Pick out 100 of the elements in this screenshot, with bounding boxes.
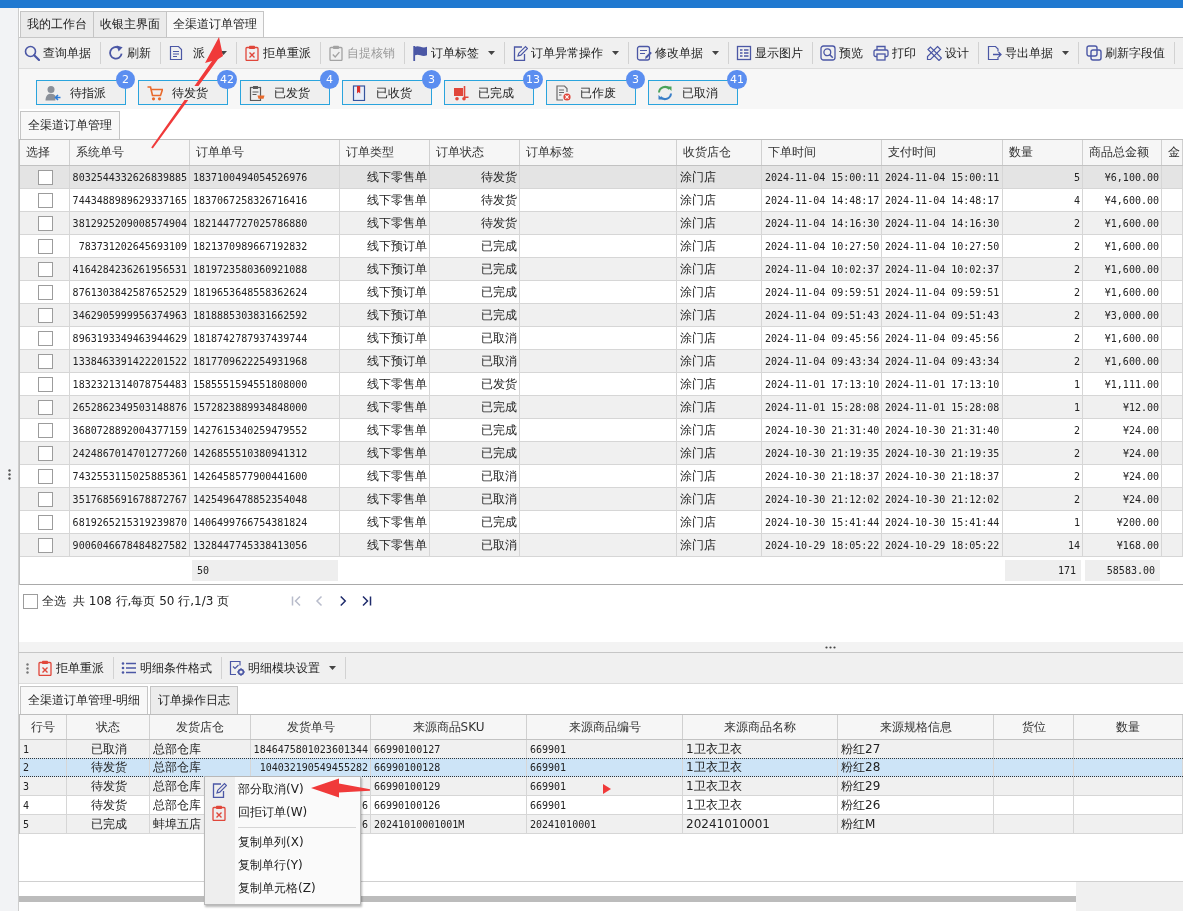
table-row[interactable]: 8761303842587652529 1819653648558362624 线下预订单 已完成 涂门店 2024-11-04 09:59:51 2024-11-04 09:59:51 2 ¥1,600.00 xyxy=(20,281,1183,304)
table-cell: ¥1,111.00 xyxy=(1104,378,1159,390)
row-checkbox[interactable] xyxy=(37,169,53,185)
toolbar-button[interactable]: 拒单重派 xyxy=(240,40,317,66)
row-checkbox[interactable] xyxy=(37,307,53,323)
toolbar-button[interactable]: 明细模块设置 xyxy=(225,655,342,681)
column-header[interactable]: 订单类型 xyxy=(340,140,430,165)
row-checkbox[interactable] xyxy=(37,284,53,300)
column-header[interactable]: 状态 xyxy=(67,715,150,739)
row-checkbox[interactable] xyxy=(37,422,53,438)
row-checkbox[interactable] xyxy=(37,445,53,461)
column-header[interactable]: 选择 xyxy=(20,140,70,165)
table-row[interactable]: 2652862349503148876 1572823889934848000 线下零售单 已完成 涂门店 2024-11-01 15:28:08 2024-11-01 15:28:08 1 ¥12.00 xyxy=(20,396,1183,419)
toolbar-button[interactable]: 刷新 xyxy=(104,40,157,66)
toolbar-button[interactable]: 设计 xyxy=(922,40,975,66)
table-row[interactable]: 3462905999956374963 1818885303831662592 线下预订单 已完成 涂门店 2024-11-04 09:51:43 2024-11-04 09:51:43 2 ¥3,000.00 xyxy=(20,304,1183,327)
toolbar-button[interactable]: 派 xyxy=(164,40,233,66)
toolbar-button[interactable]: 预览 xyxy=(816,40,869,66)
row-checkbox[interactable] xyxy=(37,376,53,392)
table-cell: 涂门店 xyxy=(680,214,716,232)
toolbar-button[interactable]: 明细条件格式 xyxy=(117,655,218,681)
column-header[interactable]: 发货店仓 xyxy=(150,715,251,739)
list-tab[interactable]: 全渠道订单管理 xyxy=(20,111,120,139)
table-row[interactable]: 8963193349463944629 1818742787937439744 线下预订单 已取消 涂门店 2024-11-04 09:45:56 2024-11-04 09:45:56 2 ¥1,600.00 xyxy=(20,327,1183,350)
column-header[interactable]: 数量 xyxy=(1074,715,1183,739)
table-row[interactable]: 1832321314078754483 1585551594551808000 线下零售单 已发货 涂门店 2024-11-01 17:13:10 2024-11-01 17:13:10 1 ¥1,111.00 xyxy=(20,373,1183,396)
pencil-document-icon xyxy=(211,781,227,798)
column-header[interactable]: 支付时间 xyxy=(882,140,1003,165)
table-cell: 1819653648558362624 xyxy=(193,286,308,298)
toolbar-button[interactable]: 修改单据 xyxy=(632,40,725,66)
toolbar-button[interactable]: 订单异常操作 xyxy=(508,40,625,66)
toolbar-button[interactable]: 查询单据 xyxy=(20,40,97,66)
column-header[interactable]: 商品总金额 xyxy=(1083,140,1162,165)
table-row[interactable]: 6819265215319239870 1406499766754381824 线下零售单 已完成 涂门店 2024-10-30 15:41:44 2024-10-30 15:41:44 1 ¥200.00 xyxy=(20,511,1183,534)
table-cell: 线下预订单 xyxy=(367,352,427,370)
table-row[interactable]: 7443488989629337165 1837067258326716416 线下零售单 待发货 涂门店 2024-11-04 14:48:17 2024-11-04 14:48:17 4 ¥4,600.00 xyxy=(20,189,1183,212)
table-cell: 669901 xyxy=(530,743,567,755)
row-checkbox[interactable] xyxy=(37,399,53,415)
column-header[interactable]: 发货单号 xyxy=(251,715,371,739)
table-cell: 2 xyxy=(1073,493,1080,505)
row-checkbox[interactable] xyxy=(37,215,53,231)
row-checkbox[interactable] xyxy=(37,353,53,369)
row-checkbox[interactable] xyxy=(37,514,53,530)
row-checkbox[interactable] xyxy=(37,238,53,254)
table-row[interactable]: 9006046678484827582 1328447745338413056 线下零售单 已取消 涂门店 2024-10-29 18:05:22 2024-10-29 18:05:22 14 ¥168.00 xyxy=(20,534,1183,557)
table-row[interactable]: 783731202645693109 1821370989667192832 线下预订单 已完成 涂门店 2024-11-04 10:27:50 2024-11-04 10:27:50 2 ¥1,600.00 xyxy=(20,235,1183,258)
row-checkbox[interactable] xyxy=(37,491,53,507)
column-header[interactable]: 下单时间 xyxy=(762,140,882,165)
column-header[interactable]: 订单单号 xyxy=(190,140,340,165)
column-header[interactable]: 货位 xyxy=(994,715,1074,739)
column-header[interactable]: 订单状态 xyxy=(430,140,520,165)
status-filter-button[interactable]: 已发货 xyxy=(240,80,330,105)
row-checkbox[interactable] xyxy=(37,537,53,553)
column-header[interactable]: 行号 xyxy=(20,715,67,739)
column-header[interactable]: 订单标签 xyxy=(520,140,677,165)
table-cell: 2024-10-30 15:41:44 xyxy=(765,516,880,528)
table-cell: 7432553115025885361 xyxy=(72,470,187,482)
column-header[interactable]: 金 xyxy=(1162,140,1183,165)
table-row[interactable]: 3812925209008574904 1821447727025786880 线下零售单 待发货 涂门店 2024-11-04 14:16:30 2024-11-04 14:16:30 2 ¥1,600.00 xyxy=(20,212,1183,235)
toolbar-button[interactable]: 拒单重派 xyxy=(33,655,110,681)
table-row[interactable]: 8032544332626839885 1837100494054526976 线下零售单 待发货 涂门店 2024-11-04 15:00:11 2024-11-04 15:00:11 5 ¥6,100.00 xyxy=(20,166,1183,189)
table-row[interactable]: 4164284236261956531 1819723580360921088 线下预订单 已完成 涂门店 2024-11-04 10:02:37 2024-11-04 10:02:37 2 ¥1,600.00 xyxy=(20,258,1183,281)
table-row[interactable]: 3517685691678872767 1425496478852354048 线下零售单 已取消 涂门店 2024-10-30 21:12:02 2024-10-30 21:12:02 2 ¥24.00 xyxy=(20,488,1183,511)
page-tab[interactable]: 全渠道订单管理 xyxy=(166,11,264,37)
row-checkbox[interactable] xyxy=(37,468,53,484)
row-checkbox[interactable] xyxy=(37,261,53,277)
toolbar-button[interactable]: 订单标签 xyxy=(408,40,501,66)
caret-icon xyxy=(220,51,227,55)
table-row[interactable]: 7432553115025885361 1426458577900441600 线下零售单 已取消 涂门店 2024-10-30 21:18:37 2024-10-30 21:18:37 2 ¥24.00 xyxy=(20,465,1183,488)
table-row[interactable]: 2 待发货 总部仓库 104032190549455282 66990100128 669901 1卫衣卫衣 粉红28 xyxy=(20,758,1183,777)
column-header[interactable]: 收货店仓 xyxy=(677,140,762,165)
table-cell: 2 xyxy=(1073,470,1080,482)
column-header[interactable]: 来源商品编号 xyxy=(527,715,683,739)
toolbar-button[interactable]: 导出单据 xyxy=(982,40,1075,66)
page-tab[interactable]: 收银主界面 xyxy=(93,11,167,37)
menu-item[interactable]: 复制单元格(Z) xyxy=(205,877,320,900)
table-cell: 2 xyxy=(1073,217,1080,229)
select-all-checkbox[interactable] xyxy=(23,593,38,609)
table-row[interactable]: 2424867014701277260 1426855510380941312 线下零售单 已完成 涂门店 2024-10-30 21:19:35 2024-10-30 21:19:35 2 ¥24.00 xyxy=(20,442,1183,465)
status-filter-button[interactable]: 已作废 xyxy=(546,80,636,105)
toolbar-button[interactable]: 打印 xyxy=(869,40,922,66)
detail-tab[interactable]: 全渠道订单管理-明细 xyxy=(20,686,149,714)
status-filter-button[interactable]: 已收货 xyxy=(342,80,432,105)
column-header[interactable]: 来源规格信息 xyxy=(838,715,994,739)
table-cell: 涂门店 xyxy=(680,352,716,370)
table-row[interactable]: 1338463391422201522 1817709622254931968 线下预订单 已取消 涂门店 2024-11-04 09:43:34 2024-11-04 09:43:34 2 ¥1,600.00 xyxy=(20,350,1183,373)
column-header[interactable]: 来源商品名称 xyxy=(683,715,838,739)
column-header[interactable]: 来源商品SKU xyxy=(371,715,527,739)
table-cell: 已取消 xyxy=(481,536,517,554)
table-row[interactable]: 3680728892004377159 1427615340259479552 线下零售单 已完成 涂门店 2024-10-30 21:31:40 2024-10-30 21:31:40 2 ¥24.00 xyxy=(20,419,1183,442)
column-header[interactable]: 数量 xyxy=(1003,140,1083,165)
toolbar-button[interactable]: 刷新字段值 xyxy=(1082,40,1171,66)
last-page-icon[interactable] xyxy=(360,594,373,608)
menu-item[interactable]: 复制单列(X) xyxy=(205,831,308,854)
detail-tab[interactable]: 订单操作日志 xyxy=(150,686,239,714)
menu-item[interactable]: 复制单行(Y) xyxy=(205,854,307,877)
toolbar-button[interactable]: 显示图片 xyxy=(732,40,809,66)
row-checkbox[interactable] xyxy=(37,330,53,346)
row-checkbox[interactable] xyxy=(37,192,53,208)
page-tab[interactable]: 我的工作台 xyxy=(20,11,94,37)
